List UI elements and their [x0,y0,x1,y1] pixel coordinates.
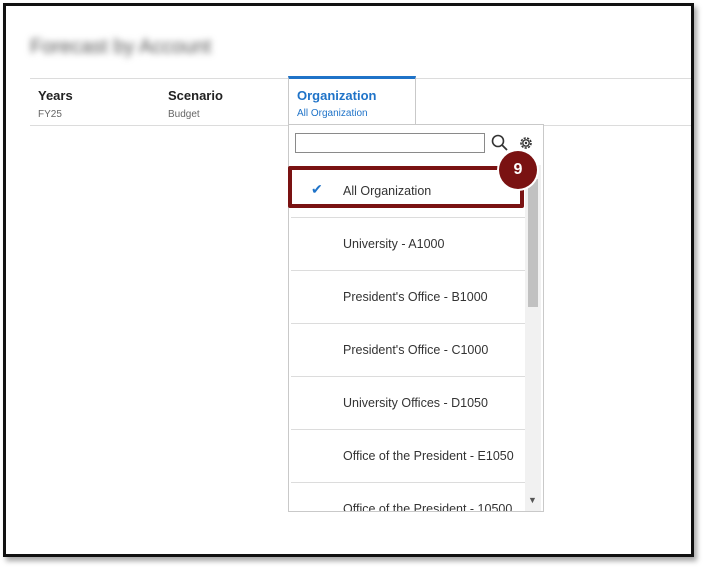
pov-years-value: FY25 [38,109,62,120]
list-item-label: University - A1000 [343,237,445,251]
search-row [295,133,539,157]
list-item[interactable]: Office of the President - 10500 [291,483,525,511]
pov-organization[interactable]: Organization All Organization [288,76,416,126]
list-item-label: Office of the President - E1050 [343,449,514,463]
list-item[interactable]: President's Office - B1000 [291,271,525,324]
pov-scenario-value: Budget [168,109,200,120]
list-item[interactable]: University Offices - D1050 [291,377,525,430]
pov-bar: Years FY25 Scenario Budget Organization … [30,76,691,126]
pov-organization-label: Organization [297,88,377,103]
step-number-badge: 9 [499,151,537,189]
callout-highlight-box [288,166,524,208]
list-item-label: President's Office - B1000 [343,290,488,304]
search-input[interactable] [295,133,485,153]
scroll-down-arrow-icon[interactable]: ▼ [528,495,537,505]
list-item-label: Office of the President - 10500 [343,502,513,511]
pov-years[interactable]: Years FY25 [30,79,156,125]
screenshot-frame: Forecast by Account Years FY25 Scenario … [3,3,694,557]
search-icon[interactable] [491,134,509,152]
pov-organization-value: All Organization [297,108,368,119]
list-item[interactable]: Office of the President - E1050 [291,430,525,483]
pov-scenario-label: Scenario [168,88,223,103]
page-title: Forecast by Account [30,36,212,58]
list-item-label: President's Office - C1000 [343,343,489,357]
organization-list: ✔ All Organization University - A1000 Pr… [291,165,525,511]
list-item[interactable]: President's Office - C1000 [291,324,525,377]
list-scrollbar[interactable]: ▼ [525,165,541,511]
list-item-label: University Offices - D1050 [343,396,488,410]
gear-icon[interactable] [517,134,535,152]
pov-years-label: Years [38,88,73,103]
scrollbar-thumb[interactable] [528,179,538,307]
pov-scenario[interactable]: Scenario Budget [160,79,286,125]
list-item[interactable]: University - A1000 [291,218,525,271]
